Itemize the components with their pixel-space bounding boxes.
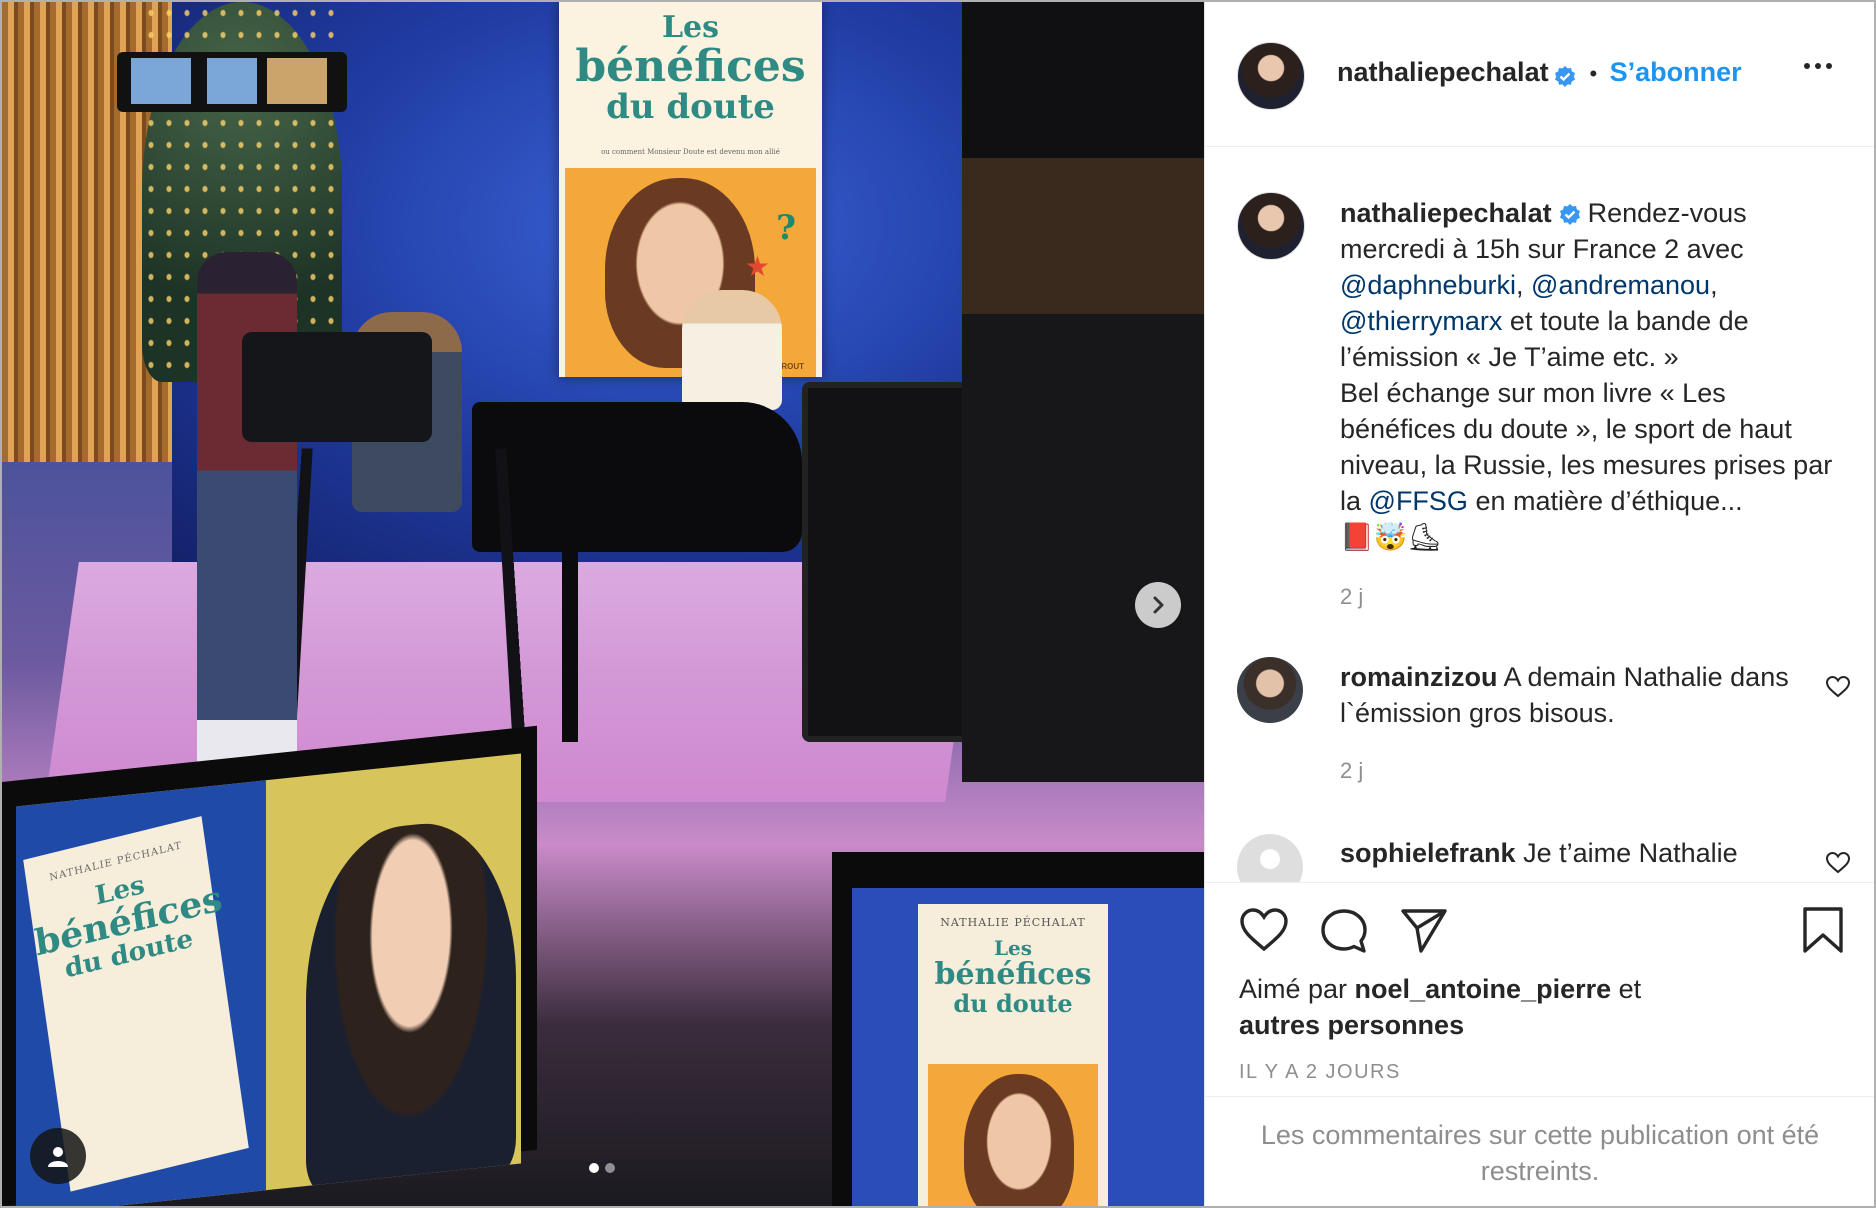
- post-date[interactable]: IL Y A 2 JOURS: [1239, 1061, 1401, 1084]
- like-heart-icon[interactable]: [1239, 907, 1289, 953]
- liked-by-username[interactable]: noel_antoine_pierre: [1355, 974, 1612, 1004]
- grand-piano: [472, 402, 802, 552]
- caption-text: ,: [1516, 270, 1532, 300]
- verified-badge-icon: [1559, 203, 1580, 225]
- carousel-dot: [605, 1163, 615, 1173]
- carousel-dot-active: [589, 1163, 599, 1173]
- foreground-monitor-right: NATHALIE PÉCHALAT Les bénéfices du doute: [832, 852, 1204, 1206]
- share-icon[interactable]: [1399, 907, 1449, 953]
- poster-title-line2: bénéfices: [575, 40, 806, 92]
- poster-title-line1: Les: [661, 10, 720, 45]
- monitor-screen: NATHALIE PÉCHALAT Les bénéfices du doute: [16, 753, 521, 1206]
- jib-screen: [267, 58, 327, 104]
- foreground-monitor-left: NATHALIE PÉCHALAT Les bénéfices du doute: [2, 725, 537, 1206]
- post-side-panel: nathaliepechalat • S’abonner nathaliepec…: [1204, 2, 1874, 1206]
- piano-leg: [562, 542, 578, 742]
- comment-username[interactable]: romainzizou: [1340, 662, 1498, 692]
- monitor-book-cover: NATHALIE PÉCHALAT Les bénéfices du doute: [918, 904, 1108, 1206]
- user-tag-icon: [48, 1147, 68, 1167]
- post-photo[interactable]: Les bénéfices du doute ou comment Monsie…: [2, 2, 1204, 1206]
- star-decoration: ★: [744, 251, 770, 282]
- comments-section[interactable]: nathaliepechalat Rendez-vous mercredi à 1…: [1205, 147, 1874, 882]
- more-options-icon[interactable]: [1804, 63, 1832, 69]
- caption-avatar[interactable]: [1237, 192, 1305, 260]
- mention-link[interactable]: @andremanou: [1531, 270, 1710, 300]
- caption-timestamp[interactable]: 2 j: [1340, 579, 1840, 615]
- tv-camera: [242, 332, 432, 442]
- caption-text: ,: [1710, 270, 1718, 300]
- post-caption: nathaliepechalat Rendez-vous mercredi à 1…: [1340, 195, 1840, 615]
- comment-text: Je t’aime Nathalie: [1523, 838, 1738, 868]
- caption-username[interactable]: nathaliepechalat: [1340, 198, 1552, 228]
- poster-subtitle: ou comment Monsieur Doute est devenu mon…: [601, 148, 780, 156]
- comment-timestamp[interactable]: 2 j: [1340, 753, 1840, 789]
- book-title-line3: du doute: [953, 988, 1073, 1018]
- follow-button[interactable]: S’abonner: [1610, 57, 1742, 87]
- comment-username[interactable]: sophielefrank: [1340, 838, 1516, 868]
- carousel-next-button[interactable]: [1135, 582, 1181, 628]
- restricted-text: Les commentaires sur cette publication o…: [1260, 1120, 1820, 1186]
- mention-link[interactable]: @FFSG: [1369, 486, 1468, 516]
- book-title-line2: bénéfices: [934, 957, 1092, 992]
- comment-item: romainzizou A demain Nathalie dans l`émi…: [1340, 659, 1840, 789]
- comments-restricted-notice: Les commentaires sur cette publication o…: [1205, 1096, 1874, 1206]
- commenter-avatar[interactable]: [1237, 657, 1303, 723]
- mention-link[interactable]: @daphneburki: [1340, 270, 1516, 300]
- question-mark-decoration: ?: [776, 208, 796, 248]
- header-separator: •: [1589, 61, 1598, 86]
- mention-link[interactable]: @thierrymarx: [1340, 306, 1502, 336]
- book-author: NATHALIE PÉCHALAT: [940, 916, 1086, 929]
- comment-item: sophielefrank Je t’aime Nathalie: [1340, 835, 1840, 871]
- likes-others-link[interactable]: autres personnes: [1239, 1010, 1464, 1040]
- bookmark-icon[interactable]: [1801, 905, 1845, 955]
- comment-like-heart-icon[interactable]: [1825, 675, 1851, 699]
- poster-title-line3: du doute: [606, 86, 775, 127]
- comment-icon[interactable]: [1319, 907, 1369, 955]
- likes-prefix: Aimé par: [1239, 974, 1355, 1004]
- tagged-users-button[interactable]: [30, 1128, 86, 1184]
- jib-monitor: [117, 52, 347, 112]
- jib-screen: [131, 58, 191, 104]
- jib-screen: [207, 58, 257, 104]
- host-figure: [682, 290, 782, 410]
- cameraman-figure: [197, 252, 297, 772]
- monitor-author-closeup: [306, 813, 516, 1197]
- header-username[interactable]: nathaliepechalat: [1337, 57, 1549, 87]
- instagram-post-window: Les bénéfices du doute ou comment Monsie…: [0, 0, 1876, 1208]
- likes-summary: Aimé par noel_antoine_pierre et autres p…: [1239, 971, 1641, 1043]
- carousel-indicator: [589, 1163, 615, 1173]
- book-cover-photo: [928, 1064, 1098, 1206]
- post-header: nathaliepechalat • S’abonner: [1205, 2, 1874, 147]
- post-actions: Aimé par noel_antoine_pierre et autres p…: [1205, 882, 1874, 1093]
- camera-tripod: [280, 448, 528, 777]
- monitor-screen: NATHALIE PÉCHALAT Les bénéfices du doute: [852, 888, 1204, 1206]
- likes-and: et: [1611, 974, 1642, 1004]
- caption-emojis: 📕🤯⛸: [1340, 522, 1442, 552]
- author-portrait: [964, 1074, 1074, 1206]
- verified-badge-icon: [1555, 65, 1576, 87]
- comment-like-heart-icon[interactable]: [1825, 851, 1851, 875]
- caption-text: en matière d’éthique...: [1467, 486, 1743, 516]
- camera-operator-right: [962, 2, 1204, 782]
- commenter-avatar[interactable]: [1237, 834, 1303, 882]
- header-user-line: nathaliepechalat • S’abonner: [1337, 57, 1742, 89]
- poster-title: Les bénéfices du doute: [559, 12, 822, 125]
- book-title-line1: Les: [993, 936, 1033, 960]
- author-avatar[interactable]: [1237, 42, 1305, 110]
- chevron-right-icon: [1153, 596, 1164, 614]
